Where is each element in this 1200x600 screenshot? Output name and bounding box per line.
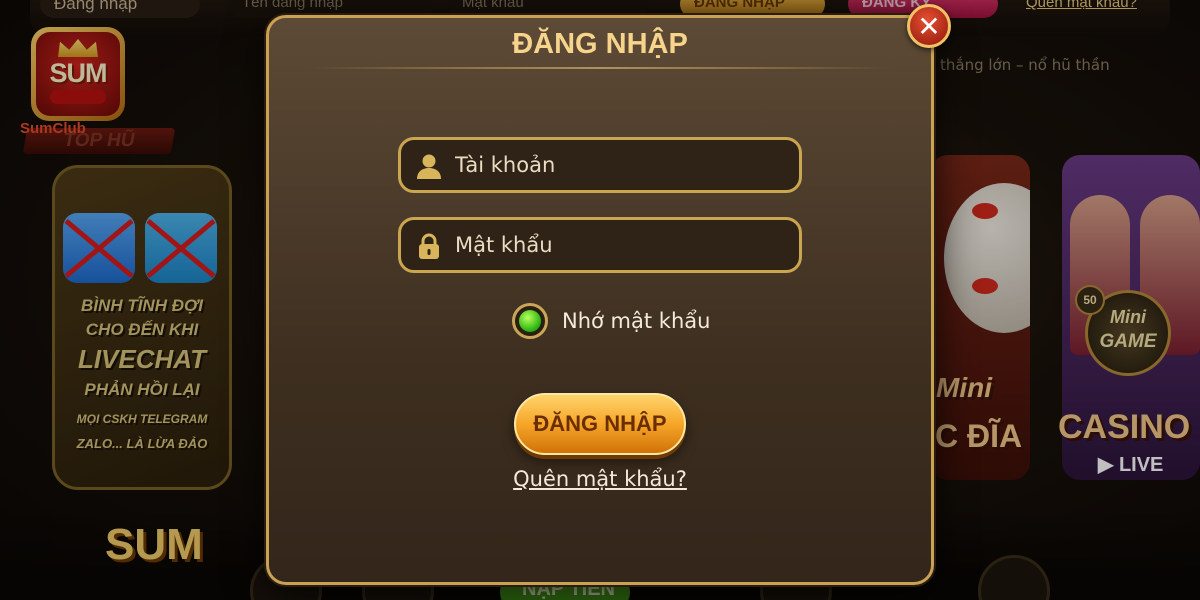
close-button[interactable]: ✕ [907, 4, 951, 48]
login-modal: ĐĂNG NHẬP [266, 15, 934, 585]
username-input[interactable] [455, 148, 785, 182]
username-field[interactable] [398, 137, 802, 193]
forgot-password-row: Quên mật khẩu? [0, 467, 1200, 491]
forgot-password-link[interactable]: Quên mật khẩu? [513, 467, 687, 491]
remember-label: Nhớ mật khẩu [562, 309, 711, 333]
user-icon [417, 154, 441, 179]
remember-radio[interactable] [512, 303, 548, 339]
close-icon: ✕ [917, 9, 941, 43]
password-input[interactable] [455, 228, 785, 262]
modal-title: ĐĂNG NHẬP [512, 28, 688, 60]
lock-icon [419, 233, 439, 259]
remember-password-toggle[interactable]: Nhớ mật khẩu [512, 303, 710, 339]
password-field[interactable] [398, 217, 802, 273]
login-button[interactable]: ĐĂNG NHẬP [514, 393, 686, 455]
title-divider [309, 67, 891, 69]
